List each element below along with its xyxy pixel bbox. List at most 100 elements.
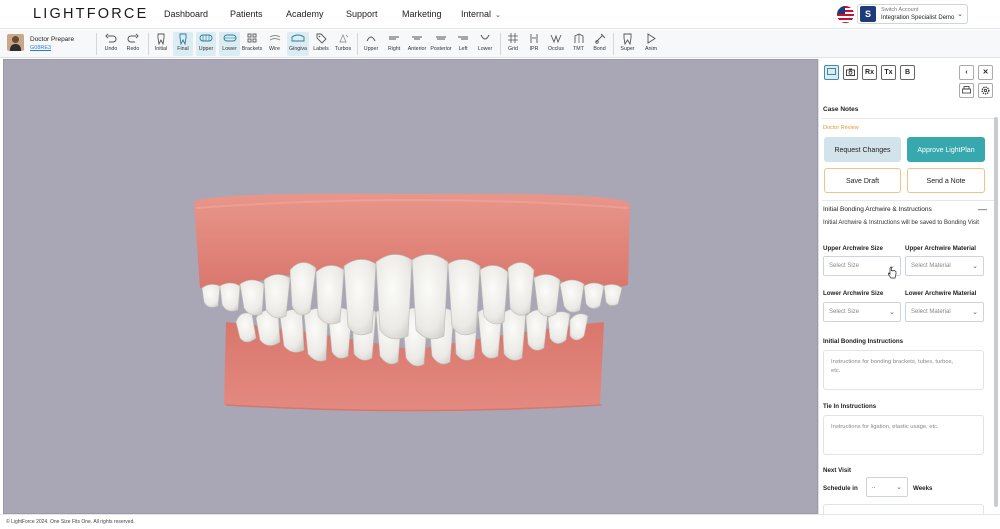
printer-icon [960, 86, 973, 94]
view-anterior-label: Anterior [407, 46, 427, 52]
view-anterior-button[interactable]: Anterior [406, 32, 428, 56]
brackets-label: Brackets [241, 46, 263, 52]
archwire-description: Initial Archwire & Instructions will be … [823, 220, 979, 226]
nav-dashboard[interactable]: Dashboard [164, 9, 208, 19]
tie-in-instructions-textarea[interactable]: Instructions for ligation, elastic usage… [823, 415, 984, 455]
doctor-review-label: Doctor Review [823, 125, 859, 131]
tmt-toggle[interactable]: TMT [569, 32, 588, 56]
superimpose-tooth-icon [617, 33, 638, 46]
b-tab[interactable]: B [900, 65, 915, 80]
lower-archwire-material-label: Lower Archwire Material [905, 290, 977, 297]
final-stage-button[interactable]: Final [173, 32, 193, 56]
view-left-button[interactable]: Left [454, 32, 472, 56]
view-left-icon [454, 33, 472, 46]
bonding-instructions-textarea[interactable]: Instructions for bonding brackets, tubes… [823, 350, 984, 390]
case-code-link[interactable]: G08RE3 [30, 45, 51, 51]
view-right-button[interactable]: Right [384, 32, 404, 56]
schedule-weeks-select[interactable]: .. ⌄ [866, 477, 908, 497]
superimpose-toggle[interactable]: Super [617, 32, 638, 56]
turbos-label: Turbos [334, 46, 352, 52]
us-flag-icon[interactable] [837, 6, 854, 23]
redo-label: Redo [126, 46, 140, 52]
photos-tab[interactable] [843, 65, 858, 80]
view-upper-button[interactable]: Upper [361, 32, 381, 56]
gear-icon [979, 86, 992, 95]
toolbar-divider [148, 33, 149, 55]
approve-lightplan-button[interactable]: Approve LightPlan [907, 137, 985, 162]
upper-arch-toggle[interactable]: Upper [196, 32, 216, 56]
play-icon [641, 33, 661, 46]
footer: © LightForce 2024. One Size Fits One. Al… [0, 514, 1000, 529]
request-changes-button[interactable]: Request Changes [824, 137, 901, 162]
next-visit-notes-textarea[interactable] [823, 504, 984, 514]
rx-tab[interactable]: Rx [862, 65, 877, 80]
print-button[interactable] [959, 83, 974, 98]
chevron-down-icon: ⌄ [896, 484, 902, 491]
copyright-text: © LightForce 2024. One Size Fits One. Al… [6, 519, 135, 525]
turbos-toggle[interactable]: Turbos [333, 32, 353, 56]
nav-patients[interactable]: Patients [230, 9, 263, 19]
tooth-initial-icon [151, 33, 171, 46]
turbos-icon [333, 33, 353, 46]
brand-logo[interactable]: LIGHTFORCE [33, 6, 148, 22]
collapse-panel-button[interactable]: ‹ [959, 65, 974, 80]
notes-tab[interactable] [824, 65, 839, 80]
brackets-icon [241, 33, 263, 46]
doctor-avatar [7, 34, 24, 51]
lower-arch-toggle[interactable]: Lower [219, 32, 240, 56]
view-posterior-label: Posterior [430, 46, 452, 52]
case-notes-title: Case Notes [823, 106, 859, 113]
collapse-section-icon[interactable]: — [978, 204, 987, 214]
wire-toggle[interactable]: Wire [265, 32, 284, 56]
ipr-toggle[interactable]: IPR [525, 32, 543, 56]
upper-archwire-material-select[interactable]: Select Material ⌄ [905, 256, 984, 276]
archwire-section-title: Initial Bonding Archwire & Instructions [823, 206, 932, 213]
occlusion-toggle[interactable]: Occlus [545, 32, 567, 56]
panel-scrollbar[interactable] [994, 117, 998, 507]
nav-internal[interactable]: Internal ⌄ [461, 9, 501, 19]
nav-support[interactable]: Support [346, 9, 378, 19]
redo-button[interactable]: Redo [123, 32, 143, 56]
tooth-final-icon [173, 33, 193, 46]
tx-tab[interactable]: Tx [881, 65, 896, 80]
occlusion-icon [545, 33, 567, 46]
view-right-icon [384, 33, 404, 46]
save-draft-button[interactable]: Save Draft [824, 168, 901, 193]
lower-archwire-material-select[interactable]: Select Material ⌄ [905, 302, 984, 322]
brackets-toggle[interactable]: Brackets [241, 32, 263, 56]
tie-in-instructions-label: Tie In Instructions [823, 403, 877, 410]
nav-academy[interactable]: Academy [286, 9, 324, 19]
animation-button[interactable]: Anim [641, 32, 661, 56]
settings-button[interactable] [978, 83, 993, 98]
textarea-placeholder: Instructions for bonding brackets, tubes… [831, 359, 954, 374]
view-lower-label: Lower [477, 46, 493, 52]
occlusion-label: Occlus [547, 46, 565, 52]
bond-icon [590, 33, 609, 46]
labels-label: Labels [313, 46, 329, 52]
undo-button[interactable]: Undo [101, 32, 121, 56]
section-divider [822, 118, 996, 119]
send-note-button[interactable]: Send a Note [907, 168, 985, 193]
view-lower-button[interactable]: Lower [475, 32, 495, 56]
close-panel-button[interactable]: ✕ [978, 65, 993, 80]
view-posterior-icon [429, 33, 453, 46]
bond-toggle[interactable]: Bond [590, 32, 609, 56]
grid-toggle[interactable]: Grid [504, 32, 522, 56]
lower-arch-icon [219, 33, 240, 46]
ipr-label: IPR [529, 46, 539, 52]
account-switcher[interactable]: S Switch Account Integration Specialist … [857, 4, 968, 24]
bond-label: Bond [593, 46, 606, 52]
viewer-toolbar: Doctor Prepare G08RE3 Undo Redo Initial … [0, 30, 1000, 58]
nav-internal-label: Internal [461, 9, 492, 19]
lower-archwire-size-select[interactable]: Select Size ⌄ [823, 302, 901, 322]
gingiva-label: Gingiva [289, 46, 307, 52]
view-posterior-button[interactable]: Posterior [429, 32, 453, 56]
nav-marketing[interactable]: Marketing [402, 9, 442, 19]
gingiva-toggle[interactable]: Gingiva [287, 32, 309, 56]
3d-dental-viewport[interactable] [3, 59, 818, 514]
account-name: Integration Specialist Demo [881, 15, 955, 21]
arch-down-icon [475, 33, 495, 46]
initial-stage-button[interactable]: Initial [151, 32, 171, 56]
labels-toggle[interactable]: Labels [311, 32, 331, 56]
toolbar-divider [357, 33, 358, 55]
